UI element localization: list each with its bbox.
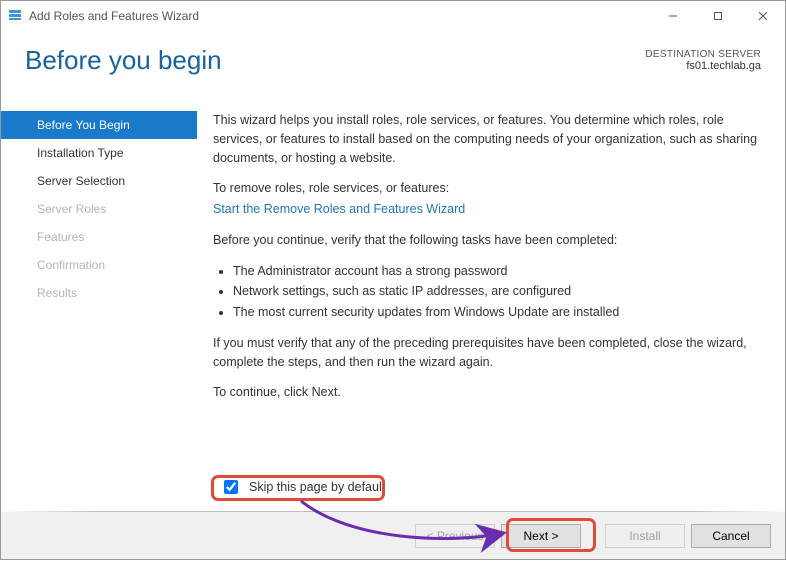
- server-manager-icon: [7, 7, 23, 26]
- wizard-header: Before you begin DESTINATION SERVER fs01…: [1, 31, 785, 111]
- close-button[interactable]: [740, 1, 785, 31]
- skip-page-label: Skip this page by default: [249, 480, 385, 494]
- sidebar-item-features: Features: [1, 223, 197, 251]
- list-item: The Administrator account has a strong p…: [233, 262, 759, 281]
- minimize-button[interactable]: [650, 1, 695, 31]
- list-item: Network settings, such as static IP addr…: [233, 282, 759, 301]
- maximize-button[interactable]: [695, 1, 740, 31]
- window-title: Add Roles and Features Wizard: [29, 9, 199, 23]
- continue-note: To continue, click Next.: [213, 383, 759, 402]
- install-button: Install: [605, 524, 685, 548]
- titlebar: Add Roles and Features Wizard: [1, 1, 785, 31]
- wizard-footer: < Previous Next > Install Cancel: [1, 512, 785, 559]
- remove-label: To remove roles, role services, or featu…: [213, 179, 759, 198]
- sidebar-item-confirmation: Confirmation: [1, 251, 197, 279]
- prereq-list: The Administrator account has a strong p…: [213, 262, 759, 322]
- sidebar-item-server-roles: Server Roles: [1, 195, 197, 223]
- skip-page-checkbox[interactable]: [224, 480, 238, 494]
- wizard-steps-sidebar: Before You Begin Installation Type Serve…: [1, 111, 197, 511]
- list-item: The most current security updates from W…: [233, 303, 759, 322]
- wizard-content: This wizard helps you install roles, rol…: [197, 111, 785, 511]
- destination-server-label: DESTINATION SERVER: [645, 49, 761, 60]
- destination-server-name: fs01.techlab.ga: [645, 60, 761, 72]
- remove-roles-link[interactable]: Start the Remove Roles and Features Wiza…: [213, 202, 465, 216]
- sidebar-item-results: Results: [1, 279, 197, 307]
- previous-button: < Previous: [415, 524, 495, 548]
- sidebar-item-installation-type[interactable]: Installation Type: [1, 139, 197, 167]
- verify-label: Before you continue, verify that the fol…: [213, 231, 759, 250]
- cancel-button[interactable]: Cancel: [691, 524, 771, 548]
- intro-text: This wizard helps you install roles, rol…: [213, 111, 759, 167]
- destination-server-info: DESTINATION SERVER fs01.techlab.ga: [645, 49, 761, 72]
- next-button[interactable]: Next >: [501, 524, 581, 548]
- sidebar-item-before-you-begin[interactable]: Before You Begin: [1, 111, 197, 139]
- sidebar-item-server-selection[interactable]: Server Selection: [1, 167, 197, 195]
- verify-note: If you must verify that any of the prece…: [213, 334, 759, 372]
- skip-page-checkbox-container[interactable]: Skip this page by default: [220, 477, 385, 497]
